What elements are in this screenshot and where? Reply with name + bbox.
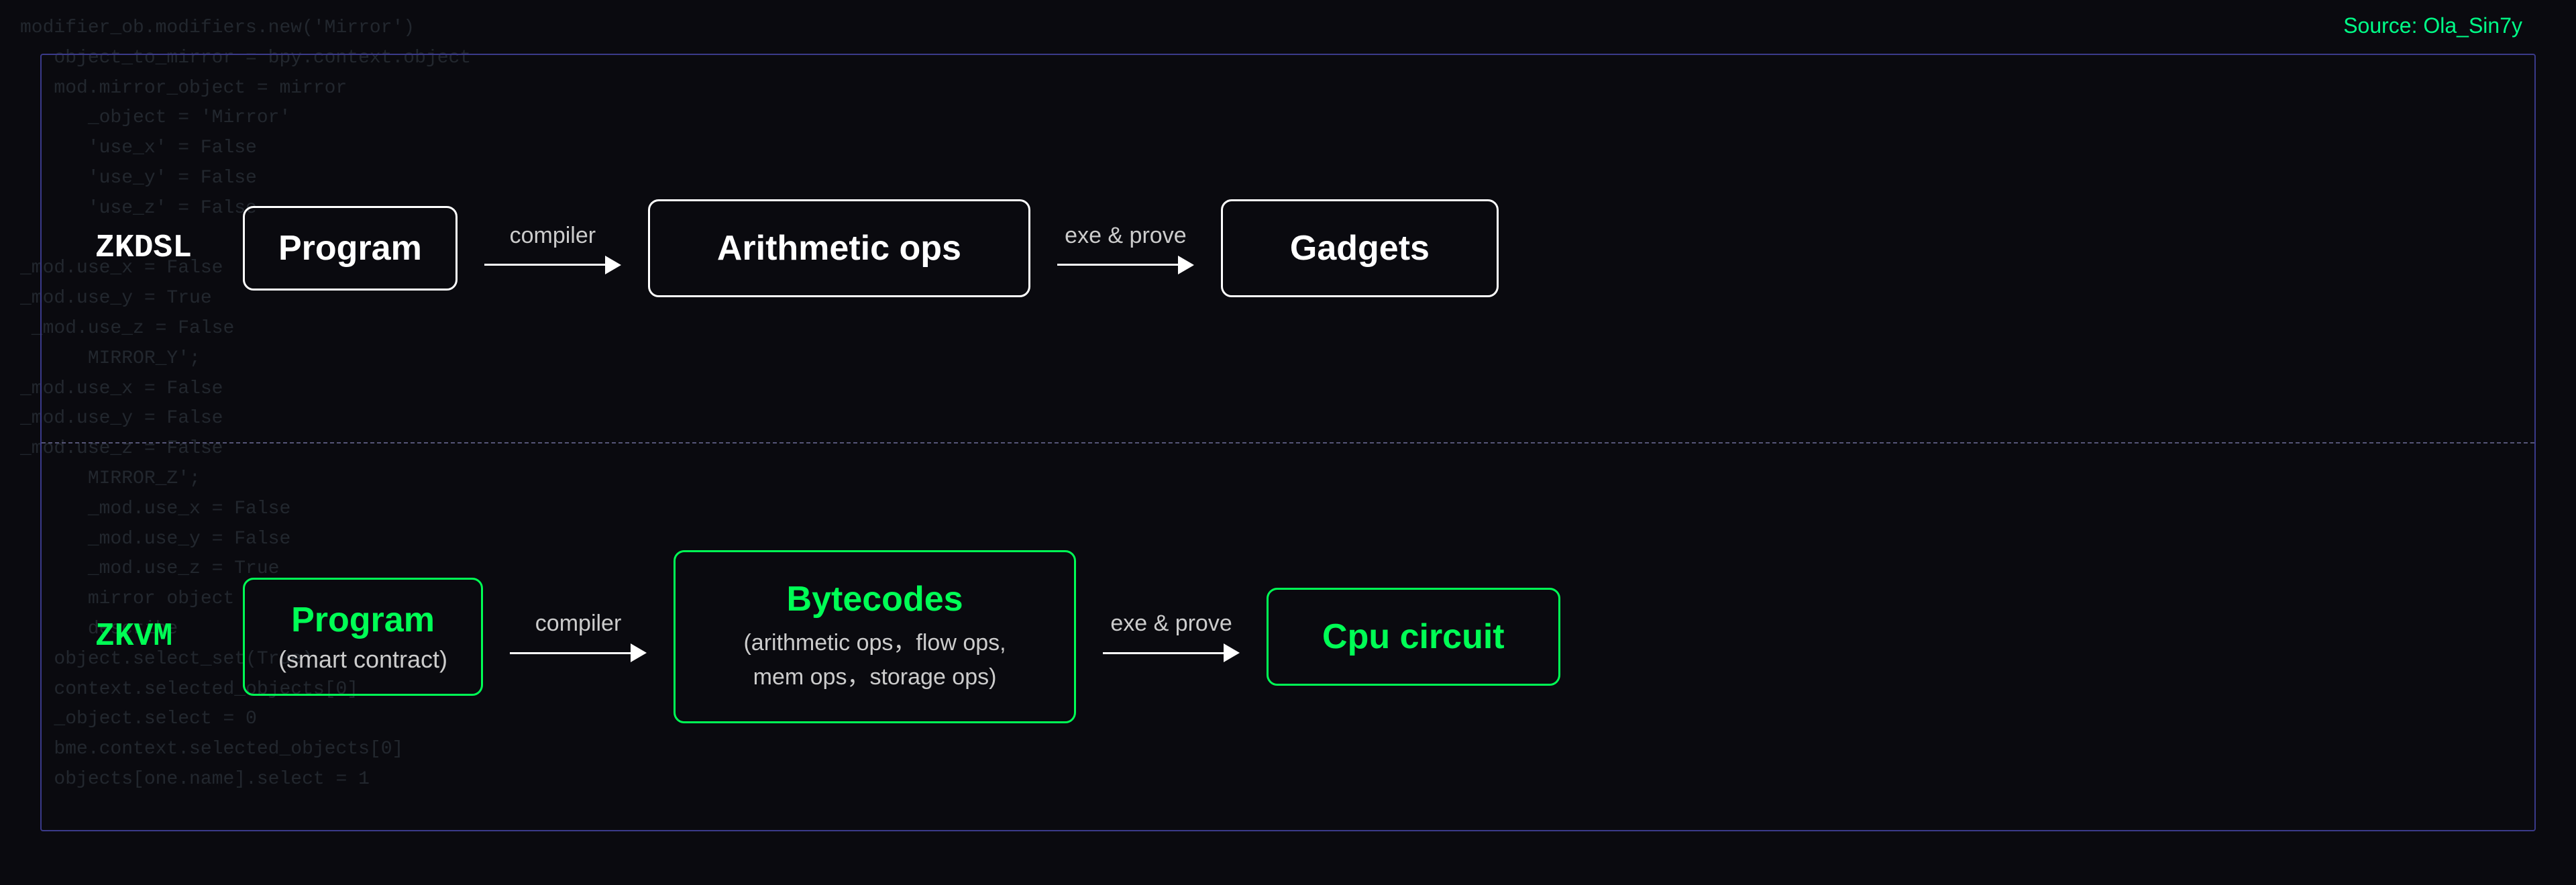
top-arrow-head-2 xyxy=(1178,256,1194,274)
zkvm-label: ZKVM xyxy=(95,619,203,655)
arithmetic-ops-title: Arithmetic ops xyxy=(717,228,961,268)
cpu-circuit-title: Cpu circuit xyxy=(1322,617,1505,657)
main-container: ZKDSL Program compiler Arithmetic ops xyxy=(40,54,2536,831)
top-arrow-shaft-1 xyxy=(484,264,605,266)
bottom-arrow-1 xyxy=(510,643,647,662)
bottom-arrow-shaft-2 xyxy=(1103,652,1224,654)
bottom-arrow-head-2 xyxy=(1224,643,1240,662)
program-subtitle-bottom: (smart contract) xyxy=(278,645,447,674)
bytecodes-box: Bytecodes (arithmetic ops，flow ops, mem … xyxy=(674,550,1076,723)
top-connector-2-label: exe & prove xyxy=(1065,223,1186,249)
top-arrow-head-1 xyxy=(605,256,621,274)
gadgets-box: Gadgets xyxy=(1221,199,1499,297)
arithmetic-ops-content: Arithmetic ops xyxy=(717,228,961,268)
top-arrow-shaft-2 xyxy=(1057,264,1178,266)
program-title-bottom: Program xyxy=(291,600,435,640)
arithmetic-ops-box: Arithmetic ops xyxy=(648,199,1030,297)
bottom-flow-row: Program (smart contract) compiler Byteco… xyxy=(243,550,2481,723)
bottom-arrow-shaft-1 xyxy=(510,652,631,654)
bottom-connector-2-label: exe & prove xyxy=(1110,611,1232,637)
bytecodes-title: Bytecodes xyxy=(787,579,963,619)
program-box-bottom: Program (smart contract) xyxy=(243,578,483,696)
gadgets-title: Gadgets xyxy=(1290,228,1430,268)
top-section: ZKDSL Program compiler Arithmetic ops xyxy=(42,55,2534,442)
bottom-connector-1: compiler xyxy=(510,611,647,662)
top-connector-1-label: compiler xyxy=(510,223,596,249)
top-connector-1: compiler xyxy=(484,223,621,274)
bottom-arrow-2 xyxy=(1103,643,1240,662)
program-box-top: Program xyxy=(243,206,458,291)
bottom-connector-2: exe & prove xyxy=(1103,611,1240,662)
bottom-connector-1-label: compiler xyxy=(535,611,621,637)
source-label: Source: Ola_Sin7y xyxy=(2343,13,2522,38)
program-title-top: Program xyxy=(278,228,422,268)
zkdsl-label: ZKDSL xyxy=(95,230,203,266)
top-arrow-1 xyxy=(484,256,621,274)
top-flow-row: Program compiler Arithmetic ops exe & pr… xyxy=(243,199,2481,297)
bottom-arrow-head-1 xyxy=(631,643,647,662)
top-connector-2: exe & prove xyxy=(1057,223,1194,274)
cpu-circuit-box: Cpu circuit xyxy=(1267,588,1560,686)
bytecodes-subtitle: (arithmetic ops，flow ops, mem ops，storag… xyxy=(743,626,1006,694)
bottom-section: ZKVM Program (smart contract) compiler B… xyxy=(42,442,2534,831)
top-arrow-2 xyxy=(1057,256,1194,274)
